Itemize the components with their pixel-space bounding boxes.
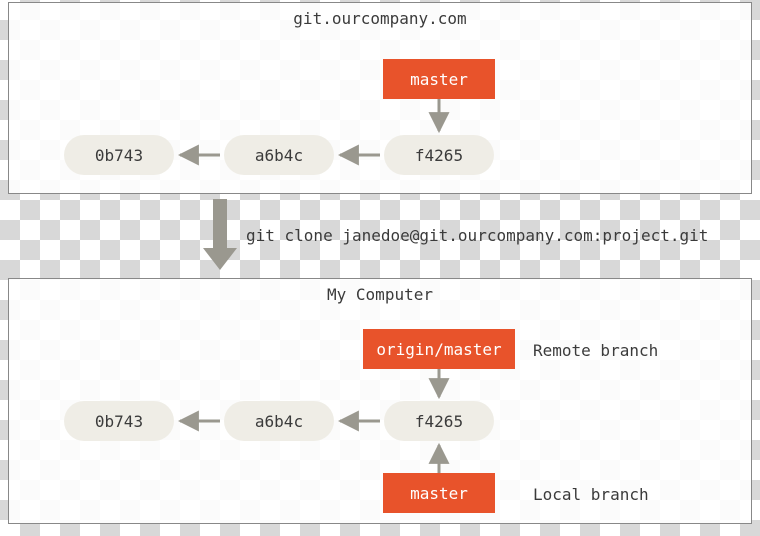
server-title: git.ourcompany.com bbox=[9, 9, 751, 28]
commit-hash: a6b4c bbox=[255, 146, 303, 165]
client-local-branch-label: master bbox=[410, 484, 468, 503]
client-title: My Computer bbox=[9, 285, 751, 304]
client-local-branch: master bbox=[383, 473, 495, 513]
local-branch-annotation: Local branch bbox=[533, 485, 649, 504]
commit-node: f4265 bbox=[384, 401, 494, 441]
server-branch-label: master bbox=[410, 70, 468, 89]
commit-hash: 0b743 bbox=[95, 146, 143, 165]
commit-node: 0b743 bbox=[64, 401, 174, 441]
server-panel: git.ourcompany.com master 0b743 a6b4c f4… bbox=[8, 2, 752, 194]
clone-command: git clone janedoe@git.ourcompany.com:pro… bbox=[246, 226, 708, 245]
commit-hash: f4265 bbox=[415, 412, 463, 431]
commit-node: a6b4c bbox=[224, 401, 334, 441]
client-remote-branch-label: origin/master bbox=[376, 340, 501, 359]
commit-node: f4265 bbox=[384, 135, 494, 175]
commit-hash: a6b4c bbox=[255, 412, 303, 431]
commit-node: a6b4c bbox=[224, 135, 334, 175]
client-remote-branch: origin/master bbox=[363, 329, 515, 369]
diagram-canvas: git.ourcompany.com master 0b743 a6b4c f4… bbox=[0, 0, 760, 536]
remote-branch-annotation: Remote branch bbox=[533, 341, 658, 360]
server-branch-master: master bbox=[383, 59, 495, 99]
commit-node: 0b743 bbox=[64, 135, 174, 175]
commit-hash: f4265 bbox=[415, 146, 463, 165]
client-panel: My Computer origin/master Remote branch … bbox=[8, 278, 752, 524]
commit-hash: 0b743 bbox=[95, 412, 143, 431]
